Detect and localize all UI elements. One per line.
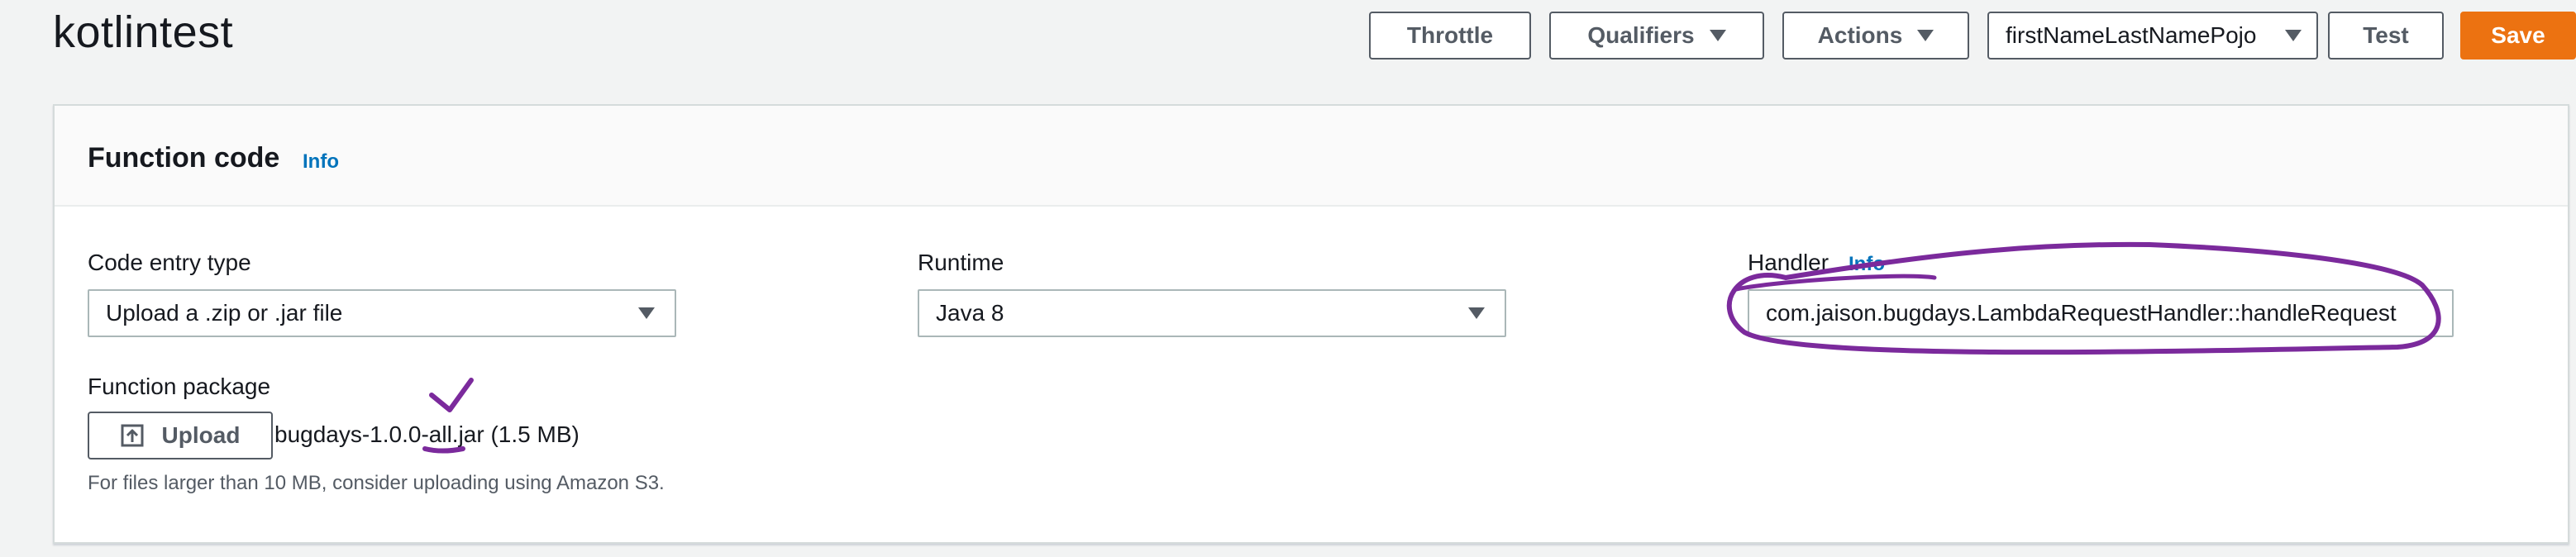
test-button[interactable]: Test [2328, 12, 2444, 60]
save-button[interactable]: Save [2460, 12, 2576, 60]
caret-down-icon [2285, 30, 2302, 41]
upload-label: Upload [161, 422, 241, 448]
handler-info-link[interactable]: Info [1849, 253, 1885, 276]
caret-down-icon [1709, 30, 1726, 41]
caret-down-icon [1917, 30, 1934, 41]
qualifiers-button[interactable]: Qualifiers [1549, 12, 1764, 60]
caret-down-icon [638, 307, 655, 319]
qualifiers-label: Qualifiers [1587, 22, 1695, 48]
upload-size-hint: For files larger than 10 MB, consider up… [88, 472, 665, 494]
throttle-button[interactable]: Throttle [1369, 12, 1531, 60]
function-package-label: Function package [88, 374, 271, 399]
page-title: kotlintest [53, 7, 234, 57]
runtime-label: Runtime [918, 250, 1004, 275]
runtime-select[interactable]: Java 8 [918, 289, 1506, 337]
code-entry-type-select[interactable]: Upload a .zip or .jar file [88, 289, 676, 337]
function-code-panel: Function code Info Code entry type Uploa… [53, 104, 2569, 544]
handler-label: Handler [1748, 250, 1829, 275]
panel-title: Function code [88, 142, 280, 174]
caret-down-icon [1468, 307, 1485, 319]
test-event-select[interactable]: firstNameLastNamePojo [1987, 12, 2318, 60]
runtime-value: Java 8 [936, 300, 1004, 326]
function-code-info-link[interactable]: Info [303, 150, 339, 174]
test-label: Test [2363, 22, 2409, 48]
upload-button[interactable]: Upload [88, 412, 273, 459]
code-entry-type-label: Code entry type [88, 250, 251, 275]
panel-header: Function code Info [55, 106, 2568, 207]
actions-button[interactable]: Actions [1782, 12, 1969, 60]
code-entry-type-value: Upload a .zip or .jar file [106, 300, 343, 326]
save-label: Save [2491, 22, 2545, 48]
test-event-label: firstNameLastNamePojo [2006, 22, 2257, 48]
uploaded-file-name: bugdays-1.0.0-all.jar (1.5 MB) [274, 421, 580, 447]
throttle-label: Throttle [1406, 22, 1494, 48]
handler-input[interactable] [1748, 289, 2454, 337]
actions-label: Actions [1817, 22, 1903, 48]
upload-icon [121, 424, 144, 447]
